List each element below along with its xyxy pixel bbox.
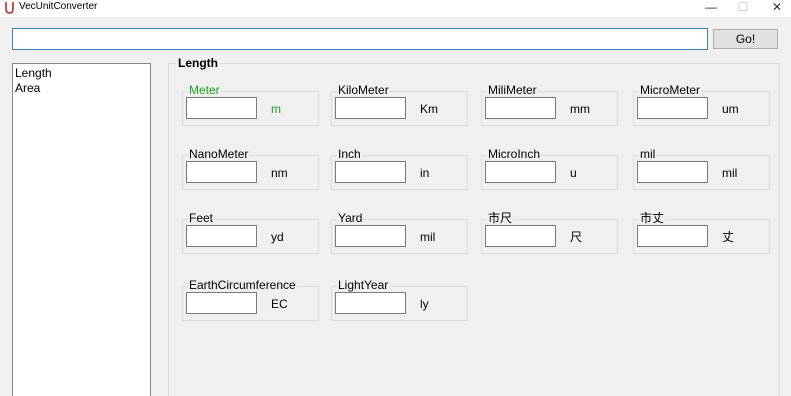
title-bar: VecUnitConverter — ☐ ✕ — [0, 0, 791, 17]
unit-label: Feet — [188, 211, 215, 225]
unit-label: mil — [639, 147, 657, 161]
unit-label: Meter — [188, 83, 221, 97]
unit-suffix: mm — [570, 102, 590, 116]
app-logo-icon — [5, 2, 14, 14]
unit-suffix: m — [271, 102, 281, 116]
unit-value-input[interactable] — [186, 292, 257, 314]
unit-value-input[interactable] — [637, 97, 708, 119]
unit-label: Inch — [337, 147, 362, 161]
group-title: Length — [176, 55, 220, 71]
unit-suffix: u — [570, 166, 577, 180]
maximize-button[interactable]: ☐ — [726, 0, 760, 14]
category-list[interactable]: Length Area — [12, 63, 151, 396]
unit-value-input[interactable] — [637, 161, 708, 183]
unit-label: NanoMeter — [188, 147, 250, 161]
search-input[interactable] — [12, 28, 708, 50]
unit-suffix: ly — [420, 297, 429, 311]
window-title: VecUnitConverter — [19, 1, 98, 12]
unit-suffix: in — [420, 166, 430, 180]
unit-suffix: 丈 — [722, 230, 735, 244]
category-item-length[interactable]: Length — [15, 66, 150, 81]
unit-suffix: mil — [420, 230, 436, 244]
unit-label: KiloMeter — [337, 83, 390, 97]
unit-value-input[interactable] — [335, 97, 406, 119]
unit-label: MiliMeter — [487, 83, 538, 97]
unit-label: MicroInch — [487, 147, 542, 161]
unit-label: 市丈 — [639, 211, 666, 225]
unit-value-input[interactable] — [335, 292, 406, 314]
unit-value-input[interactable] — [186, 161, 257, 183]
unit-suffix: mil — [722, 166, 738, 180]
unit-value-input[interactable] — [335, 225, 406, 247]
close-button[interactable]: ✕ — [760, 0, 791, 14]
unit-label: Yard — [337, 211, 364, 225]
unit-value-input[interactable] — [637, 225, 708, 247]
unit-value-input[interactable] — [186, 97, 257, 119]
unit-label: LightYear — [337, 278, 390, 292]
unit-label: 市尺 — [487, 211, 514, 225]
unit-suffix: yd — [271, 230, 284, 244]
unit-label: MicroMeter — [639, 83, 702, 97]
go-button[interactable]: Go! — [713, 29, 778, 49]
unit-suffix: nm — [271, 166, 288, 180]
minimize-button[interactable]: — — [694, 0, 728, 14]
unit-suffix: EC — [271, 297, 288, 311]
unit-value-input[interactable] — [186, 225, 257, 247]
category-item-area[interactable]: Area — [15, 81, 150, 96]
unit-label: EarthCircumference — [188, 278, 297, 292]
unit-suffix: Km — [420, 102, 438, 116]
unit-value-input[interactable] — [335, 161, 406, 183]
unit-value-input[interactable] — [485, 97, 556, 119]
unit-suffix: um — [722, 102, 739, 116]
unit-value-input[interactable] — [485, 161, 556, 183]
unit-suffix: 尺 — [570, 230, 583, 244]
unit-value-input[interactable] — [485, 225, 556, 247]
